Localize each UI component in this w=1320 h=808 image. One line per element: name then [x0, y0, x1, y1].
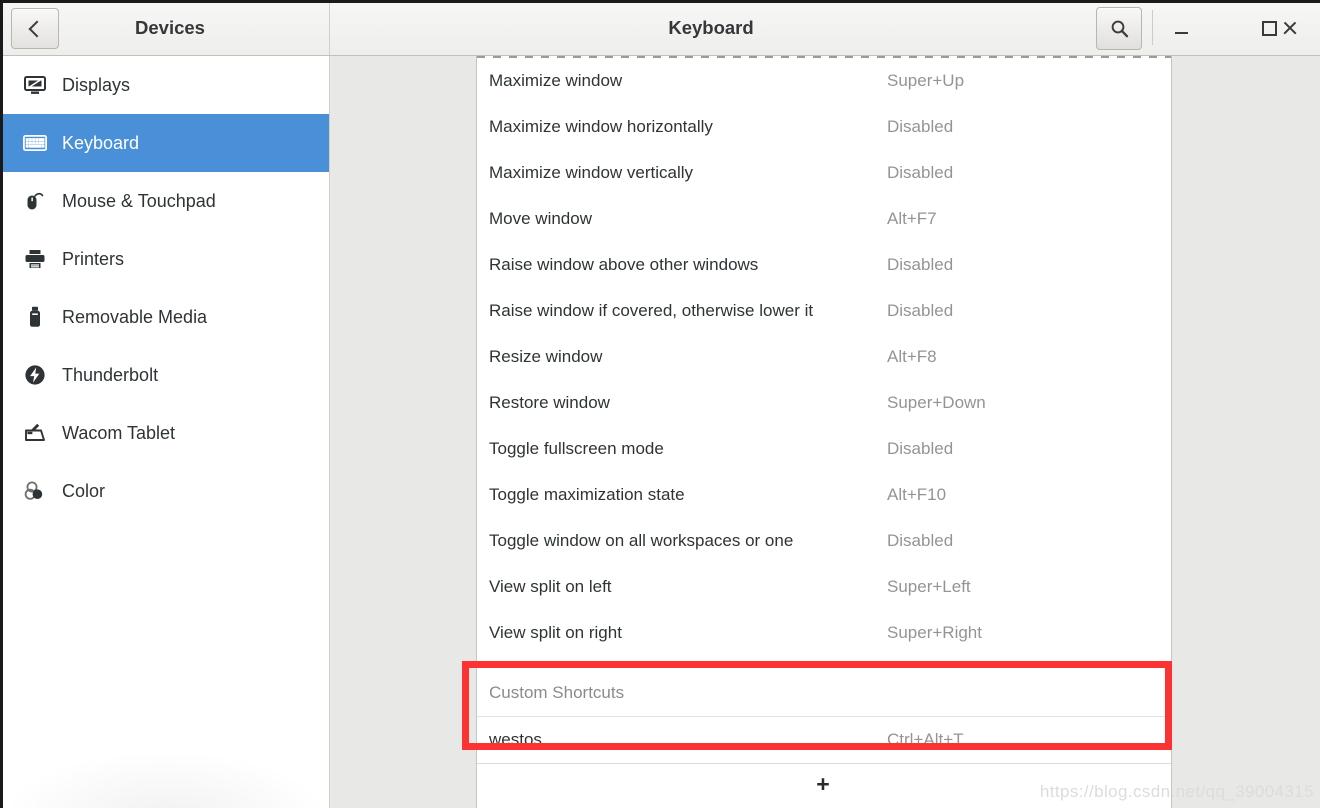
table-row[interactable]: Restore window Super+Down — [477, 380, 1171, 426]
table-row[interactable]: westos Ctrl+Alt+T — [477, 717, 1171, 763]
table-row[interactable]: Toggle fullscreen mode Disabled — [477, 426, 1171, 472]
close-button[interactable] — [1269, 8, 1309, 48]
shortcut-name: Toggle window on all workspaces or one — [489, 531, 794, 550]
sidebar-item-label: Color — [62, 480, 106, 501]
shortcut-value: Alt+F8 — [887, 347, 937, 366]
display-icon — [20, 73, 50, 97]
table-row[interactable]: Maximize window Super+Up — [477, 58, 1171, 104]
mouse-icon — [20, 189, 50, 213]
sidebar-item-label: Displays — [62, 74, 131, 95]
shortcut-value: Super+Right — [887, 623, 982, 642]
shortcut-name: Raise window if covered, otherwise lower… — [489, 301, 814, 320]
shortcut-value: Disabled — [887, 301, 954, 320]
plus-icon: + — [816, 770, 830, 797]
usb-drive-icon — [20, 305, 50, 329]
table-row[interactable]: Move window Alt+F7 — [477, 196, 1171, 242]
sidebar-item-label: Thunderbolt — [62, 364, 159, 385]
sidebar-item-displays[interactable]: Displays — [0, 56, 329, 114]
sidebar-item-label: Wacom Tablet — [62, 422, 176, 443]
shortcut-name: Maximize window — [489, 71, 623, 90]
shortcut-name: View split on right — [489, 623, 622, 642]
search-button[interactable] — [1096, 7, 1142, 50]
shortcut-name: Resize window — [489, 347, 603, 366]
search-icon — [1111, 20, 1128, 38]
watermark-text: https://blog.csdn.net/qq_39004315 — [1039, 782, 1314, 801]
sidebar-item-keyboard[interactable]: Keyboard — [0, 114, 329, 172]
titlebar: Devices Keyboard — [0, 0, 1320, 56]
chevron-left-icon — [28, 20, 46, 37]
shortcut-value: Disabled — [887, 439, 954, 458]
sidebar-item-color[interactable]: Color — [0, 462, 329, 520]
content-area: Maximize window Super+Up Maximize window… — [331, 56, 1320, 808]
settings-window: Devices Keyboard Displays Keyboard Mouse… — [0, 0, 1320, 808]
table-row[interactable]: Raise window if covered, otherwise lower… — [477, 288, 1171, 334]
sidebar-item-mouse-touchpad[interactable]: Mouse & Touchpad — [0, 172, 329, 230]
titlebar-left-section: Devices — [0, 0, 330, 55]
table-row[interactable]: Resize window Alt+F8 — [477, 334, 1171, 380]
table-row[interactable]: Toggle window on all workspaces or one D… — [477, 518, 1171, 564]
shortcut-name: Toggle maximization state — [489, 485, 685, 504]
thunderbolt-icon — [20, 363, 50, 387]
panel-title: Devices — [135, 17, 205, 38]
shortcut-name: View split on left — [489, 577, 612, 596]
sidebar-item-printers[interactable]: Printers — [0, 230, 329, 288]
minimize-button[interactable] — [1161, 8, 1201, 48]
shortcut-value: Disabled — [887, 255, 954, 274]
sidebar-item-label: Removable Media — [62, 306, 208, 327]
table-row[interactable]: Raise window above other windows Disable… — [477, 242, 1171, 288]
shortcut-value: Super+Down — [887, 393, 986, 412]
shortcut-name: Maximize window vertically — [489, 163, 694, 182]
shortcut-name: Restore window — [489, 393, 610, 412]
back-button[interactable] — [11, 8, 59, 49]
color-icon — [20, 479, 50, 503]
table-row[interactable]: View split on right Super+Right — [477, 610, 1171, 656]
shortcut-name: Maximize window horizontally — [489, 117, 713, 136]
shortcut-name: Toggle fullscreen mode — [489, 439, 664, 458]
titlebar-separator — [1152, 10, 1153, 45]
sidebar-item-removable-media[interactable]: Removable Media — [0, 288, 329, 346]
shortcut-value: Alt+F10 — [887, 485, 947, 504]
shortcut-value: Ctrl+Alt+T — [887, 730, 964, 749]
custom-shortcuts-section-header: Custom Shortcuts — [477, 670, 1171, 717]
close-icon — [1282, 21, 1297, 36]
table-row[interactable]: Toggle maximization state Alt+F10 — [477, 472, 1171, 518]
sidebar-item-label: Printers — [62, 248, 125, 269]
printer-icon — [20, 247, 50, 271]
sidebar-item-wacom-tablet[interactable]: Wacom Tablet — [0, 404, 329, 462]
shortcut-value: Alt+F7 — [887, 209, 937, 228]
table-row[interactable]: Maximize window vertically Disabled — [477, 150, 1171, 196]
shortcut-name: Raise window above other windows — [489, 255, 759, 274]
shortcut-value: Disabled — [887, 117, 954, 136]
shortcut-name: westos — [489, 730, 542, 749]
sidebar: Displays Keyboard Mouse & Touchpad Print… — [0, 56, 330, 808]
wacom-tablet-icon — [20, 421, 50, 445]
shortcut-name: Move window — [489, 209, 592, 228]
section-header-label: Custom Shortcuts — [489, 683, 625, 702]
table-row[interactable]: Maximize window horizontally Disabled — [477, 104, 1171, 150]
minimize-icon — [1174, 31, 1188, 34]
shortcut-value: Disabled — [887, 163, 954, 182]
window-title: Keyboard — [668, 17, 754, 38]
shortcut-value: Super+Up — [887, 71, 965, 90]
shortcut-value: Disabled — [887, 531, 954, 550]
shortcuts-list-panel: Maximize window Super+Up Maximize window… — [476, 56, 1172, 808]
table-row[interactable]: View split on left Super+Left — [477, 564, 1171, 610]
sidebar-item-label: Keyboard — [62, 132, 140, 153]
shortcut-value: Super+Left — [887, 577, 971, 596]
sidebar-item-thunderbolt[interactable]: Thunderbolt — [0, 346, 329, 404]
sidebar-bottom-shadow — [0, 750, 329, 808]
sidebar-item-label: Mouse & Touchpad — [62, 190, 216, 211]
keyboard-icon — [20, 131, 50, 155]
